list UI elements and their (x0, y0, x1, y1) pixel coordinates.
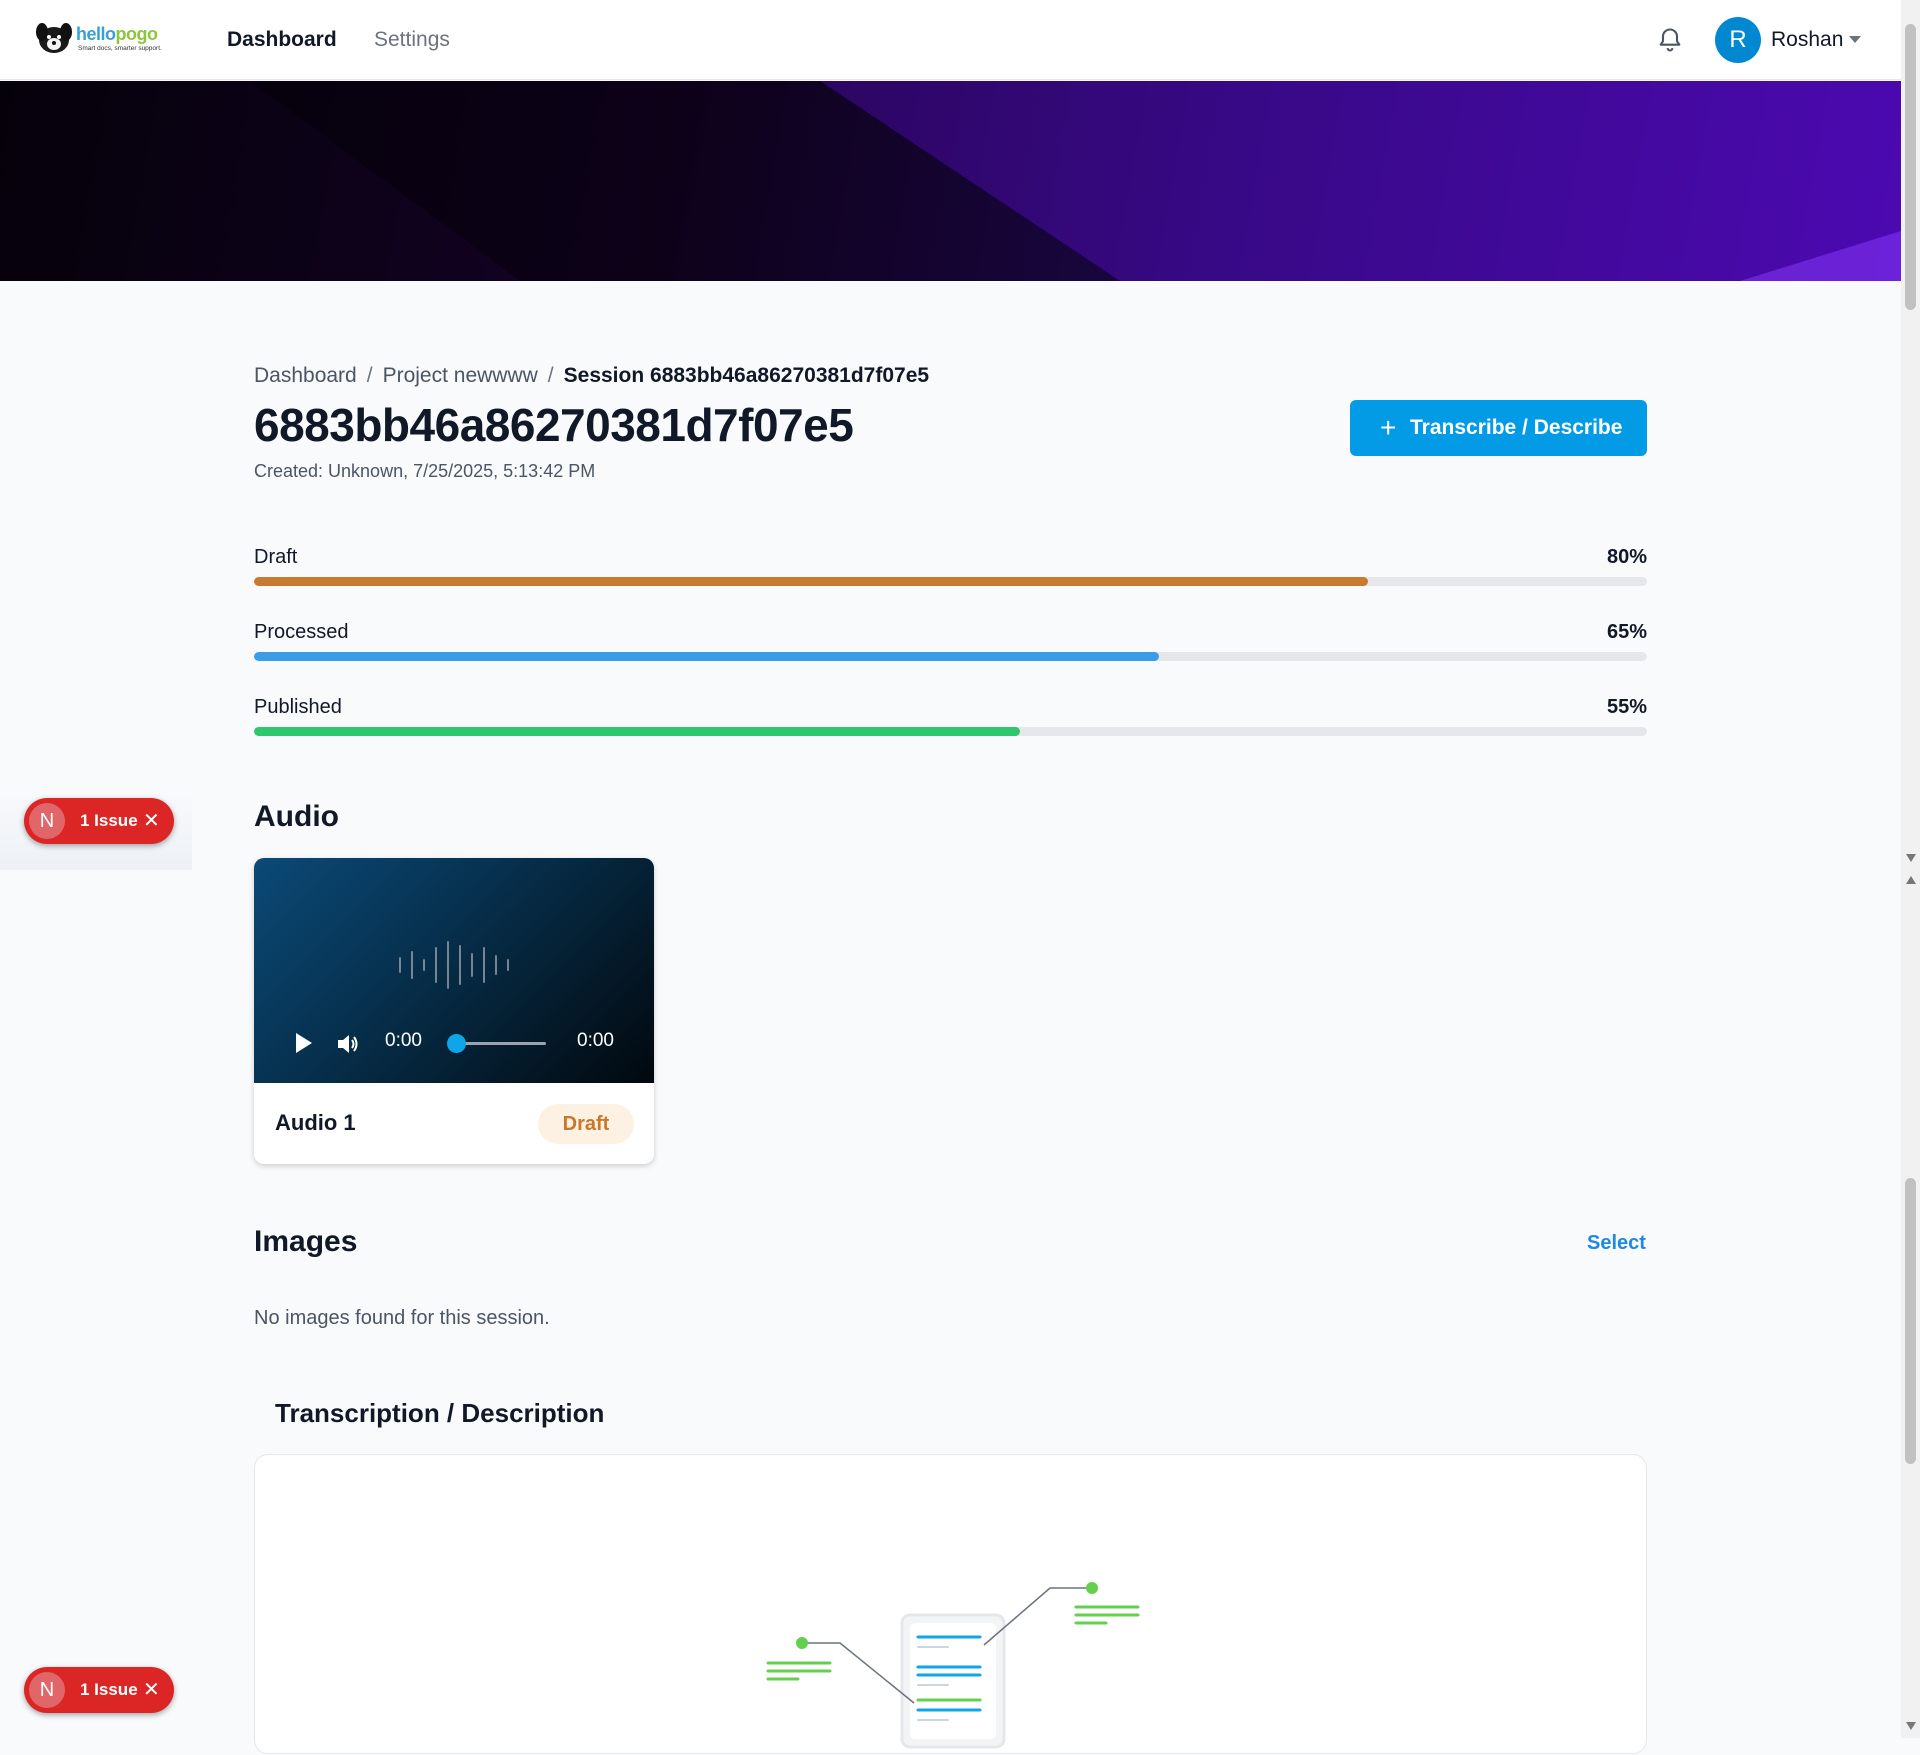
nav-dashboard-link[interactable]: Dashboard (227, 28, 337, 52)
progress-fill (254, 577, 1369, 586)
audio-current-time: 0:00 (385, 1030, 422, 1051)
breadcrumb-dashboard[interactable]: Dashboard (254, 364, 357, 387)
plus-icon: + (1380, 412, 1397, 443)
breadcrumb-separator: / (366, 364, 373, 387)
progress-track (254, 727, 1647, 736)
chevron-down-icon[interactable] (1849, 36, 1861, 43)
images-empty-message: No images found for this session. (254, 1307, 550, 1329)
audio-card[interactable]: 0:00 0:00 Audio 1 Draft (254, 858, 654, 1164)
issue-count-label: 1 Issue (80, 811, 138, 830)
progress-track (254, 577, 1647, 586)
progress-value: 65% (1606, 621, 1647, 643)
logo-wordmark: hellopogo (76, 24, 158, 44)
top-navbar: hellopogo Smart docs, smarter support. D… (0, 0, 1901, 80)
scrollbar-thumb-secondary[interactable] (1905, 1178, 1916, 1464)
progress-label: Processed (254, 621, 349, 643)
progress-fill (254, 727, 1021, 736)
banner-graphic (250, 81, 1901, 281)
status-badge: Draft (538, 1104, 634, 1144)
progress-label: Published (254, 696, 342, 718)
issue-count-label: 1 Issue (80, 1680, 138, 1699)
breadcrumb: Dashboard / Project newwww / Session 6883bb4… (254, 364, 929, 388)
nextjs-n-icon: N (29, 1672, 65, 1708)
breadcrumb-separator: / (547, 364, 554, 387)
page-title: 6883bb46a86270381d7f07e5 (254, 399, 854, 451)
issue-badge[interactable]: N 1 Issue ✕ (24, 1667, 174, 1713)
header-banner (0, 81, 1901, 281)
volume-icon[interactable] (336, 1033, 360, 1055)
nav-settings-link[interactable]: Settings (374, 28, 450, 52)
audio-seek-track[interactable] (456, 1042, 546, 1045)
progress-track (254, 652, 1647, 661)
dog-logo-icon (36, 23, 72, 53)
bell-icon[interactable] (1656, 26, 1684, 54)
page-scrollbar[interactable] (1901, 0, 1920, 1738)
audio-name: Audio 1 (275, 1110, 356, 1135)
scroll-down-arrow-icon[interactable] (1906, 1722, 1916, 1730)
logo-tagline: Smart docs, smarter support. (78, 45, 162, 52)
scroll-down-arrow-icon[interactable] (1906, 854, 1916, 862)
transcription-panel (254, 1454, 1647, 1754)
progress-label: Draft (254, 546, 298, 568)
nextjs-n-icon: N (29, 803, 65, 839)
images-section-title: Images (254, 1225, 358, 1258)
user-name[interactable]: Roshan (1771, 28, 1843, 52)
progress-draft: Draft 80% (254, 546, 1647, 596)
close-icon[interactable]: ✕ (143, 808, 160, 833)
progress-published: Published 55% (254, 696, 1647, 746)
scroll-up-arrow-icon[interactable] (1906, 876, 1916, 884)
transcription-section-title: Transcription / Description (275, 1398, 605, 1428)
audio-seek-knob[interactable] (447, 1034, 466, 1053)
transcribe-button-label: Transcribe / Describe (1410, 416, 1623, 439)
issue-badge[interactable]: N 1 Issue ✕ (24, 798, 174, 844)
progress-processed: Processed 65% (254, 621, 1647, 671)
play-icon[interactable] (296, 1033, 312, 1053)
hellopogo-logo[interactable]: hellopogo Smart docs, smarter support. (34, 20, 169, 58)
breadcrumb-project[interactable]: Project newwww (383, 364, 538, 387)
close-icon[interactable]: ✕ (143, 1677, 160, 1702)
waveform-icon (399, 941, 509, 989)
progress-value: 80% (1606, 546, 1647, 568)
select-images-button[interactable]: Select (1587, 1232, 1646, 1255)
user-avatar[interactable]: R (1715, 17, 1761, 63)
progress-value: 55% (1606, 696, 1647, 718)
scrollbar-thumb[interactable] (1905, 24, 1916, 310)
breadcrumb-current: Session 6883bb46a86270381d7f07e5 (563, 364, 930, 387)
created-timestamp: Created: Unknown, 7/25/2025, 5:13:42 PM (254, 461, 596, 481)
transcribe-describe-button[interactable]: + Transcribe / Describe (1350, 400, 1647, 456)
audio-player[interactable]: 0:00 0:00 (254, 858, 654, 1083)
audio-duration: 0:00 (577, 1030, 614, 1051)
document-illustration-icon (766, 1582, 1140, 1749)
progress-fill (254, 652, 1160, 661)
audio-section-title: Audio (254, 800, 339, 833)
